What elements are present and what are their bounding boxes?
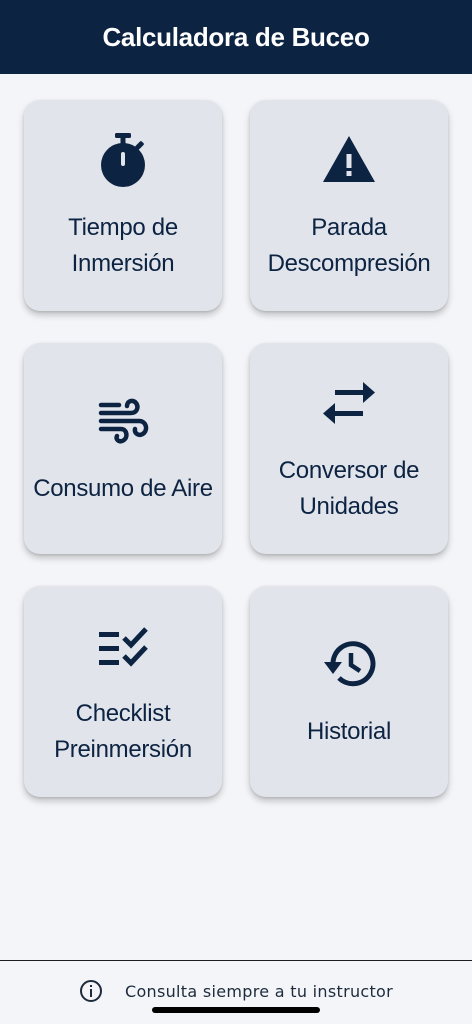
- unit-converter-label: Conversor de Unidades: [278, 456, 420, 520]
- footer-notice: Consulta siempre a tu instructor: [0, 979, 472, 1003]
- dive-time-card[interactable]: Tiempo de Inmersión: [24, 100, 222, 311]
- stopwatch-icon: [93, 130, 153, 190]
- footer: Consulta siempre a tu instructor: [0, 960, 472, 1024]
- history-label: Historial: [307, 717, 391, 745]
- deco-stop-card[interactable]: Parada Descompresión: [250, 100, 448, 311]
- wind-icon: [93, 391, 153, 451]
- home-indicator[interactable]: [152, 1007, 320, 1013]
- air-consumption-label: Consumo de Aire: [33, 474, 213, 502]
- menu-grid: Tiempo de Inmersión Parada Descompresión…: [24, 100, 448, 797]
- warning-icon: [319, 130, 379, 190]
- checklist-icon: [93, 616, 153, 676]
- unit-converter-card[interactable]: Conversor de Unidades: [250, 343, 448, 554]
- pre-dive-checklist-card[interactable]: Checklist Preinmersión: [24, 586, 222, 797]
- air-consumption-card[interactable]: Consumo de Aire: [24, 343, 222, 554]
- dive-time-label: Tiempo de Inmersión: [68, 213, 178, 277]
- history-card[interactable]: Historial: [250, 586, 448, 797]
- pre-dive-checklist-label: Checklist Preinmersión: [54, 699, 192, 763]
- info-icon: [79, 979, 103, 1003]
- footer-text: Consulta siempre a tu instructor: [124, 981, 394, 1001]
- deco-stop-label: Parada Descompresión: [267, 213, 431, 277]
- swap-arrows-icon: [319, 373, 379, 433]
- history-icon: [319, 634, 379, 694]
- app-bar: Calculadora de Buceo: [0, 0, 472, 74]
- page-title: Calculadora de Buceo: [102, 21, 370, 52]
